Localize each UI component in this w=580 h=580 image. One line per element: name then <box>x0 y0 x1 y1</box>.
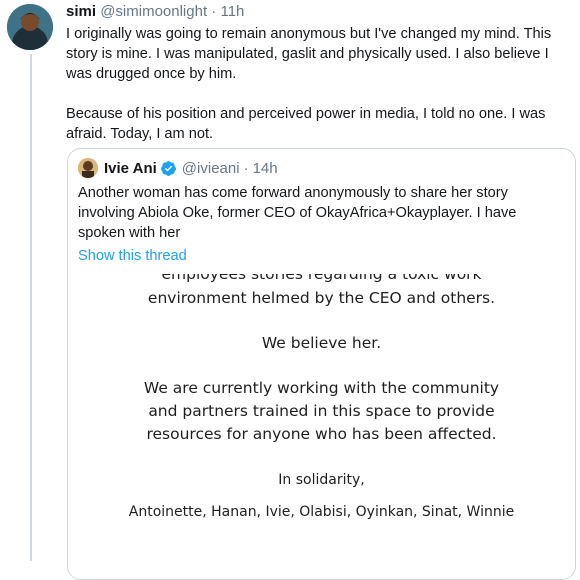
tweet: simi @simimoonlight · 11h I originally w… <box>66 0 572 144</box>
quoted-handle[interactable]: @ivieani <box>182 160 240 177</box>
avatar-photo <box>7 4 53 50</box>
tweet-header: simi @simimoonlight · 11h <box>66 0 572 24</box>
image-text-line: resources for anyone who has been affect… <box>146 425 497 443</box>
tweet-text: I originally was going to remain anonymo… <box>66 24 572 144</box>
quoted-tweet-image[interactable]: employees stories regarding a toxic work… <box>68 274 575 579</box>
handle[interactable]: @simimoonlight <box>100 3 207 20</box>
quoted-avatar[interactable] <box>78 158 98 178</box>
show-thread-link[interactable]: Show this thread <box>78 246 187 266</box>
image-text-line: In solidarity, <box>278 472 365 488</box>
thread-connector-line <box>30 54 32 561</box>
quoted-tweet-header: Ivie Ani @ivieani · 14h <box>78 157 278 179</box>
separator: · <box>211 3 217 20</box>
verified-badge-icon <box>160 160 177 177</box>
quoted-display-name[interactable]: Ivie Ani <box>104 160 157 177</box>
quoted-avatar-photo <box>78 158 98 178</box>
quoted-tweet-card[interactable]: Ivie Ani @ivieani · 14h Another woman ha… <box>67 148 576 580</box>
timestamp[interactable]: 11h <box>220 3 244 20</box>
display-name[interactable]: simi <box>66 3 96 20</box>
image-text-line: environment helmed by the CEO and others… <box>147 289 496 307</box>
avatar[interactable] <box>7 4 53 50</box>
image-text-line: We believe her. <box>261 334 382 352</box>
image-text-line: Antoinette, Hanan, Ivie, Olabisi, Oyinka… <box>128 504 515 520</box>
separator: · <box>243 159 249 177</box>
image-text-line: employees stories regarding a toxic work <box>161 274 482 283</box>
tweet-paragraph: I originally was going to remain anonymo… <box>66 26 552 82</box>
image-text-line: and partners trained in this space to pr… <box>148 402 495 420</box>
image-text-line: We are currently working with the commun… <box>143 379 500 397</box>
quoted-tweet-text: Another woman has come forward anonymous… <box>78 185 517 241</box>
quoted-timestamp[interactable]: 14h <box>253 160 278 177</box>
tweet-paragraph: Because of his position and perceived po… <box>66 106 546 142</box>
